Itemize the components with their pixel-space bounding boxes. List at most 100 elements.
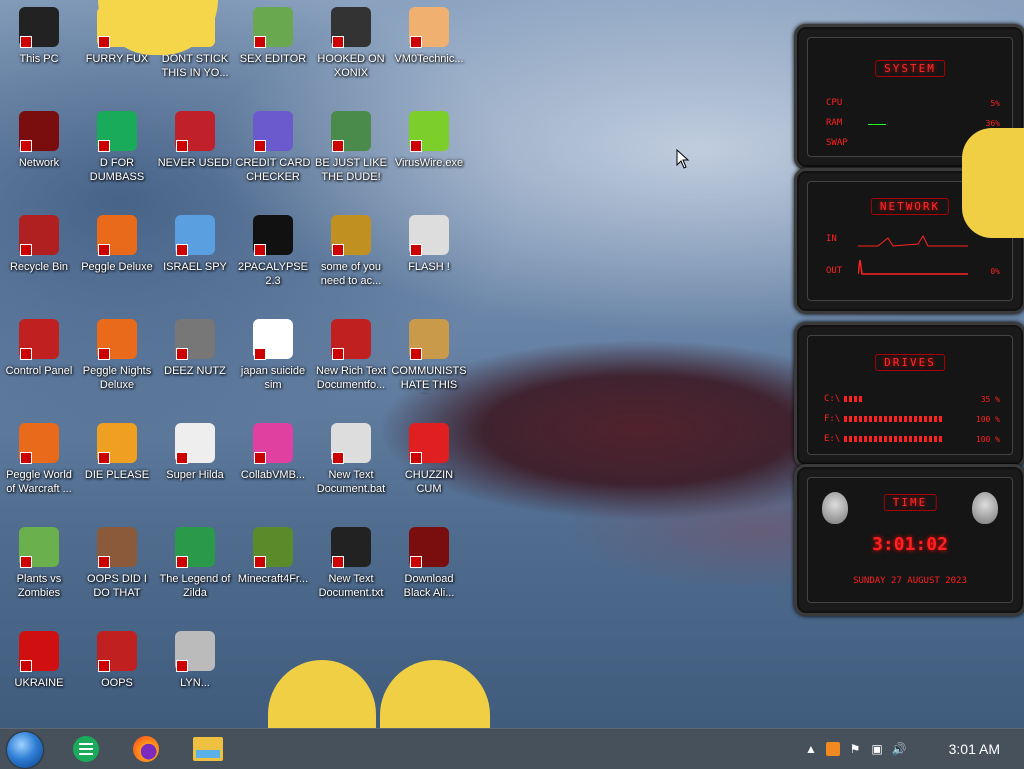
file-explorer-icon[interactable]	[192, 734, 224, 764]
desktop-icon[interactable]: OOPS	[79, 624, 155, 690]
shortcut-arrow-icon	[20, 36, 32, 48]
computer-icon	[18, 6, 60, 48]
taskbar-clock[interactable]: 3:01 AM	[949, 741, 1000, 757]
desktop-icon[interactable]: Recycle Bin	[1, 208, 77, 274]
alien-head-icon	[972, 492, 998, 524]
credit-card-icon	[252, 110, 294, 152]
noose-icon	[174, 630, 216, 672]
desktop-icon[interactable]: Plants vs Zombies	[1, 520, 77, 600]
shortcut-arrow-icon	[410, 140, 422, 152]
network-out-value: 0%	[990, 267, 1000, 276]
desktop-icon[interactable]: CHUZZIN CUM	[391, 416, 467, 496]
radiation-icon	[18, 630, 60, 672]
shortcut-arrow-icon	[20, 244, 32, 256]
desktop-icon[interactable]: FLASH !	[391, 208, 467, 274]
network-icon[interactable]: ▣	[870, 742, 884, 756]
pixel-figures-icon	[252, 318, 294, 360]
desktop-icon[interactable]: Super Hilda	[157, 416, 233, 482]
desktop-icon[interactable]: The Legend of Zilda	[157, 520, 233, 600]
desktop-icon[interactable]: DIE PLEASE	[79, 416, 155, 482]
time-widget: TIME 3:01:02 SUNDAY 27 AUGUST 2023	[794, 464, 1024, 616]
desktop-icon[interactable]: New Rich Text Documentfo...	[313, 312, 389, 392]
red-chuzzle-icon	[408, 422, 450, 464]
tv-monitor-icon	[252, 422, 294, 464]
desktop-icon[interactable]: SEX EDITOR	[235, 0, 311, 66]
cpu-value: 5%	[990, 99, 1000, 108]
desktop-icon[interactable]: VirusWire.exe	[391, 104, 467, 170]
desktop-icon[interactable]: LYN...	[157, 624, 233, 690]
green-chat-icon	[96, 110, 138, 152]
hxd-editor-icon	[252, 6, 294, 48]
flag-icon[interactable]: ⚑	[848, 742, 862, 756]
drive-usage-value: 100 %	[975, 415, 1000, 424]
desktop-icon[interactable]: some of you need to ac...	[313, 208, 389, 288]
desktop-icon[interactable]: Peggle Nights Deluxe	[79, 312, 155, 392]
desktop-icon[interactable]: This PC	[1, 0, 77, 66]
green-chat-app-icon[interactable]	[70, 734, 102, 764]
desktop-icon[interactable]: COMMUNISTS HATE THIS G...	[391, 312, 467, 394]
desktop-icon-label: some of you need to ac...	[320, 261, 382, 287]
network-orb-icon	[408, 526, 450, 568]
desktop-icon-label: Recycle Bin	[9, 261, 69, 273]
desktop-icon[interactable]: CREDIT CARD CHECKER	[235, 104, 311, 184]
desktop-icon[interactable]: Peggle World of Warcraft ...	[1, 416, 77, 496]
network-share-icon	[174, 214, 216, 256]
start-orb-icon[interactable]	[7, 732, 43, 768]
cartoon-girl-decoration	[268, 660, 376, 728]
desktop-icon-label: UKRAINE	[14, 677, 64, 689]
desktop-icon-label: DONT STICK THIS IN YO...	[161, 53, 229, 79]
shortcut-arrow-icon	[254, 140, 266, 152]
network-out-graph	[858, 259, 968, 275]
show-hidden-icons-icon[interactable]: ▲	[804, 742, 818, 756]
firefox-icon[interactable]	[130, 734, 162, 764]
desktop-icon[interactable]: 2PACALYPSE 2.3	[235, 208, 311, 288]
desktop-icon[interactable]: UKRAINE	[1, 624, 77, 690]
desktop-icon-label: The Legend of Zilda	[159, 573, 231, 599]
desktop-icon[interactable]: DEEZ NUTZ	[157, 312, 233, 378]
drive-usage-bar	[844, 396, 864, 402]
desktop-icon[interactable]: New Text Document.bat	[313, 416, 389, 496]
desktop-icon[interactable]: Download Black Ali...	[391, 520, 467, 600]
desktop-icon[interactable]: VM0Technic...	[391, 0, 467, 66]
desktop-icon[interactable]: Network	[1, 104, 77, 170]
app-tray-icon[interactable]	[826, 742, 840, 756]
taskbar: ▲ ⚑ ▣ 🔊 3:01 AM	[0, 728, 1024, 769]
desktop-icon-label: New Text Document.txt	[318, 573, 384, 599]
network-in-graph	[858, 234, 968, 247]
network-in-label: IN	[826, 234, 837, 244]
plant-icon	[18, 526, 60, 568]
volume-icon[interactable]: 🔊	[892, 742, 907, 756]
desktop-icon[interactable]: D FOR DUMBASS	[79, 104, 155, 184]
desktop-icon[interactable]: OOPS DID I DO THAT	[79, 520, 155, 600]
desktop-icon[interactable]: japan suicide sim	[235, 312, 311, 392]
desktop-icon[interactable]: BE JUST LIKE THE DUDE!	[313, 104, 389, 184]
desktop-icon[interactable]: NEVER USED!	[157, 104, 233, 170]
shortcut-arrow-icon	[20, 660, 32, 672]
desktop-icon[interactable]: CollabVMB...	[235, 416, 311, 482]
desktop-icon-label: OOPS	[101, 677, 133, 689]
widget-date: SUNDAY 27 AUGUST 2023	[853, 576, 967, 586]
shortcut-arrow-icon	[332, 244, 344, 256]
shortcut-arrow-icon	[176, 140, 188, 152]
desktop-icon-label: CREDIT CARD CHECKER	[235, 157, 311, 183]
drive-usage-bar	[844, 416, 944, 422]
pixel-sprite-icon	[174, 422, 216, 464]
desktop-icon-label: Network	[18, 157, 60, 169]
shortcut-arrow-icon	[254, 452, 266, 464]
desktop-icon[interactable]: HOOKED ON XONIX	[313, 0, 389, 80]
drive-usage-bar	[844, 436, 944, 442]
desktop-icon[interactable]: ISRAEL SPY	[157, 208, 233, 274]
desktop-icon-label: VM0Technic...	[394, 53, 464, 65]
system-title: SYSTEM	[875, 60, 945, 77]
desktop-icon-label: BE JUST LIKE THE DUDE!	[315, 157, 387, 183]
shortcut-arrow-icon	[98, 556, 110, 568]
desktop-icon[interactable]: Minecraft4Fr...	[235, 520, 311, 586]
drives-widget: DRIVES C:\ 35 % F:\ 100 % E:\ 100 %	[794, 322, 1024, 468]
desktop-icon[interactable]: Peggle Deluxe	[79, 208, 155, 274]
desktop-icon-label: Download Black Ali...	[403, 573, 455, 599]
desktop-icon[interactable]: Control Panel	[1, 312, 77, 378]
peggle-icon	[96, 214, 138, 256]
shortcut-arrow-icon	[98, 140, 110, 152]
desktop-icon-label: This PC	[19, 53, 59, 65]
desktop-icon[interactable]: New Text Document.txt	[313, 520, 389, 600]
